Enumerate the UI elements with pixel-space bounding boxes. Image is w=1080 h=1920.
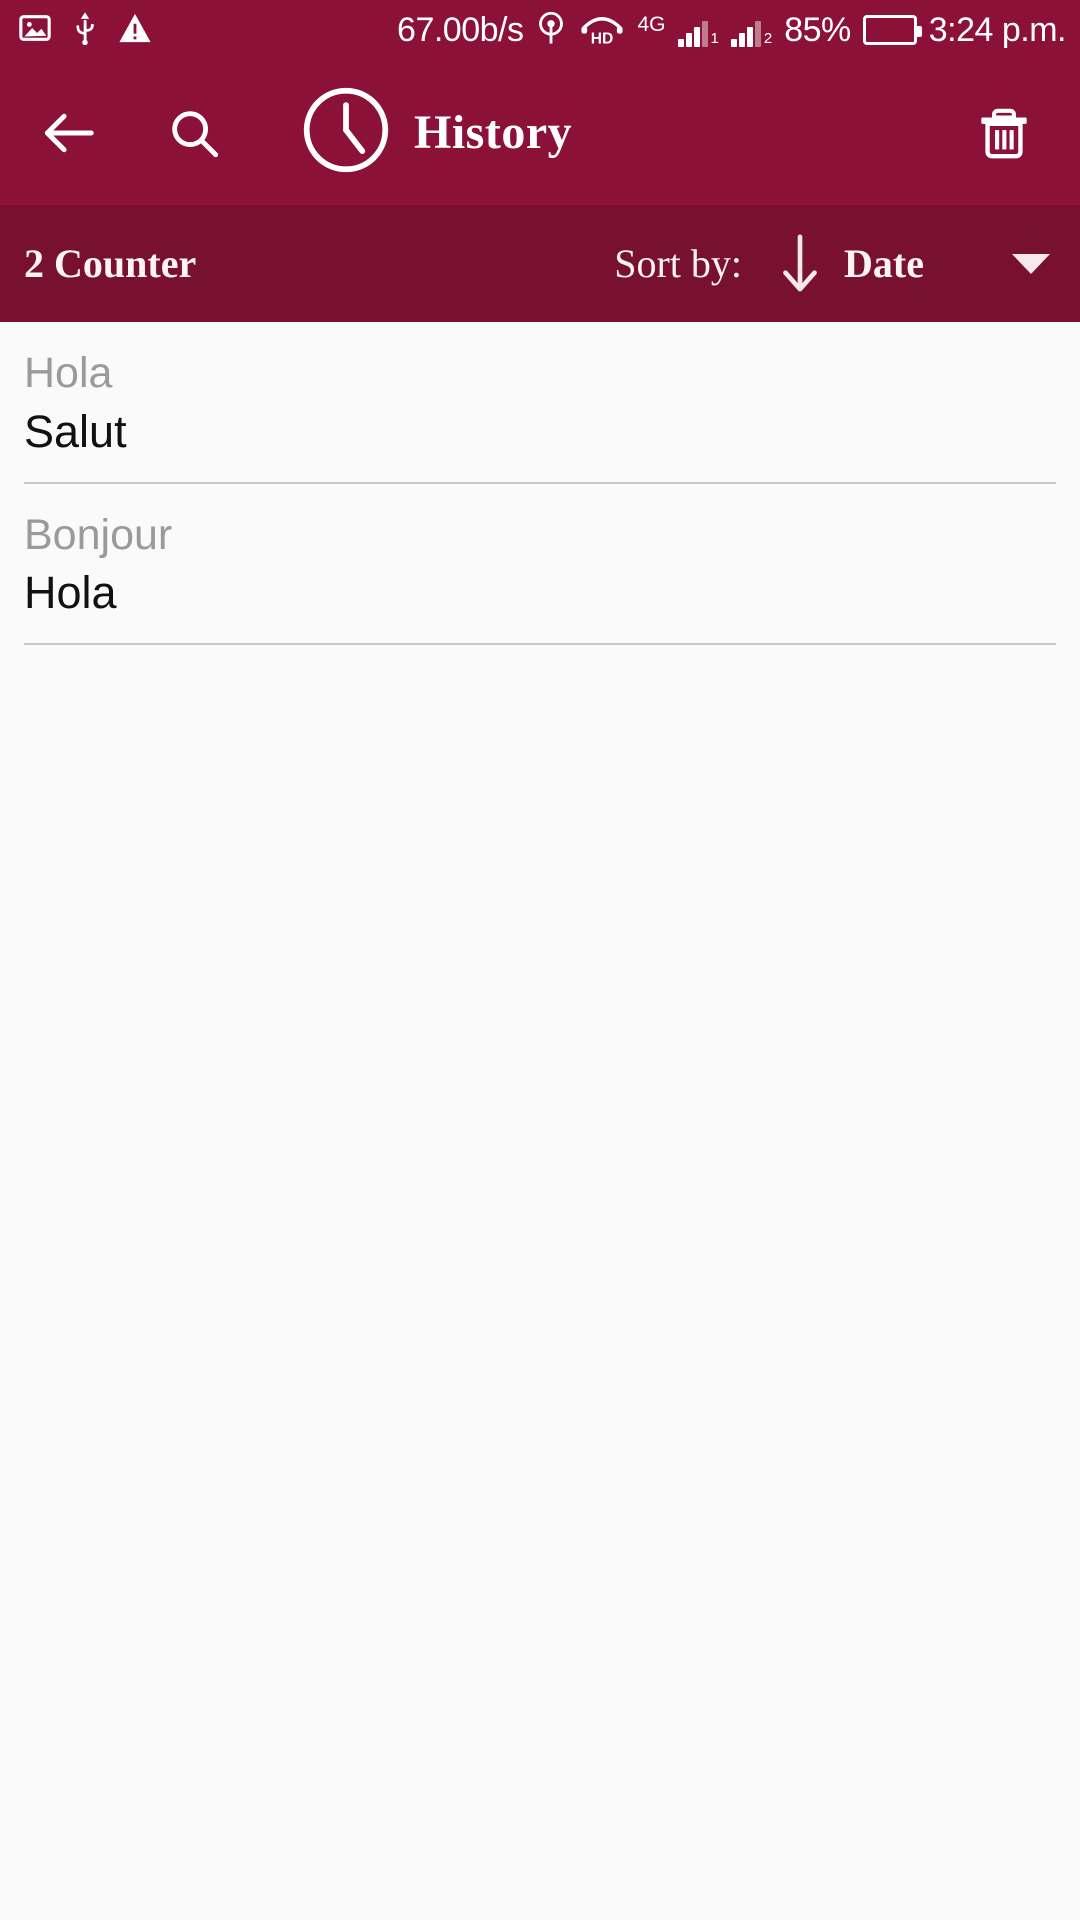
network-type-label: 4G (637, 12, 666, 36)
sort-control[interactable]: Sort by: Date (614, 233, 1050, 295)
sim1-label: 1 (710, 30, 719, 47)
history-item-translation: Salut (24, 405, 127, 457)
clock-icon (300, 84, 392, 181)
list-item[interactable]: Hola Salut (0, 322, 1080, 484)
history-item-source: Bonjour (24, 510, 173, 559)
back-arrow-icon (44, 113, 94, 152)
list-item[interactable]: Bonjour Hola (0, 484, 1080, 646)
search-icon (172, 110, 219, 157)
hotspot-icon (535, 11, 567, 50)
sim2-label: 2 (763, 30, 773, 47)
sort-by-label: Sort by: (614, 241, 743, 286)
back-button[interactable] (20, 85, 116, 181)
history-item-source: Hola (24, 349, 113, 397)
delete-all-button[interactable] (956, 85, 1052, 181)
svg-text:HD: HD (591, 30, 614, 44)
history-item-translation: Hola (24, 567, 117, 619)
sort-direction-button[interactable] (778, 233, 822, 295)
status-bar-right-group: 67.00b/s HD 4G 1 2 85% 3:24 p.m. (397, 11, 1066, 50)
history-screen: 67.00b/s HD 4G 1 2 85% 3:24 p.m. History… (0, 0, 1080, 1920)
clock-time-label: 3:24 p.m. (928, 10, 1067, 49)
battery-icon (862, 15, 922, 45)
hd-voice-icon: HD (579, 11, 625, 50)
app-bar-title-group: History (300, 84, 572, 181)
sort-bar: 2 Counter Sort by: Date (0, 205, 1080, 322)
image-icon (18, 11, 52, 50)
history-list[interactable]: Hola Salut Bonjour Hola (0, 322, 1080, 1920)
caret-down-icon[interactable] (1012, 253, 1050, 274)
status-bar-left-icons (18, 11, 152, 50)
warning-icon (118, 12, 152, 49)
trash-icon (981, 108, 1027, 158)
status-bar: 67.00b/s HD 4G 1 2 85% 3:24 p.m. (0, 0, 1080, 60)
list-divider (24, 643, 1056, 646)
page-title: History (414, 106, 573, 159)
battery-percent-label: 85% (784, 10, 851, 49)
network-speed-label: 67.00b/s (397, 10, 524, 49)
usb-icon (70, 11, 100, 50)
signal-sim1-icon: 1 (677, 13, 719, 47)
arrow-down-icon (783, 234, 817, 292)
signal-sim2-icon: 2 (730, 13, 773, 47)
app-bar: History (0, 60, 1080, 205)
sort-value-label: Date (844, 241, 924, 286)
search-button[interactable] (146, 85, 242, 181)
counter-label: 2 Counter (24, 241, 197, 286)
